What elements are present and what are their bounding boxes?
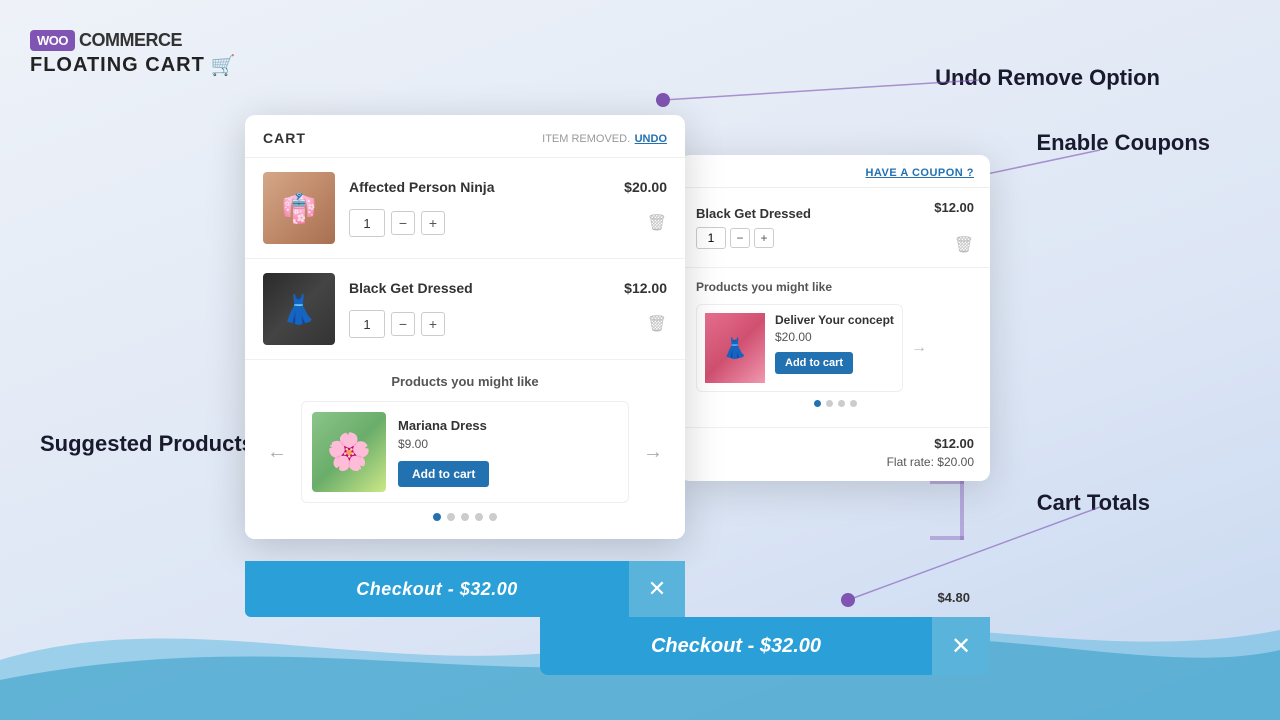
back-carousel-right-arrow[interactable]: →: [911, 339, 927, 357]
cart-header: CART ITEM REMOVED. UNDO: [245, 115, 685, 158]
cart-item-2: 👗 Black Get Dressed $12.00 − + 🗑: [245, 259, 685, 360]
back-cart-item: Black Get Dressed − + $12.00 🗑: [680, 188, 990, 268]
cart-item-1-trash[interactable]: 🗑: [647, 213, 667, 233]
back-add-to-cart-btn[interactable]: Add to cart: [775, 352, 853, 374]
cart-item-1-details: Affected Person Ninja $20.00 − + 🗑: [349, 179, 667, 237]
undo-link[interactable]: UNDO: [635, 133, 667, 145]
back-carousel-dots: [696, 392, 974, 415]
commerce-text: COMMERCE: [79, 30, 182, 51]
cart-title: CART: [263, 130, 306, 146]
cart-item-2-price: $12.00: [624, 280, 667, 304]
carousel-right-arrow[interactable]: →: [639, 437, 667, 468]
carousel-left-arrow[interactable]: ←: [263, 437, 291, 468]
suggested-products-label: Suggested Products: [40, 430, 254, 459]
add-to-cart-button[interactable]: Add to cart: [398, 461, 489, 487]
subtotal-value: $12.00: [934, 436, 974, 451]
dot-4[interactable]: [475, 513, 483, 521]
back-dot-2[interactable]: [826, 400, 833, 407]
cart-item-2-plus[interactable]: +: [421, 312, 445, 336]
back-dot-1[interactable]: [814, 400, 821, 407]
back-item-price: $12.00: [934, 200, 974, 215]
back-sugg-price: $20.00: [775, 330, 894, 344]
cart-item-1: 👘 Affected Person Ninja $20.00 − + 🗑: [245, 158, 685, 259]
back-qty-minus[interactable]: −: [730, 228, 750, 248]
cart-item-2-image: 👗: [263, 273, 335, 345]
back-sugg-name: Deliver Your concept: [775, 313, 894, 327]
extra-charge: $4.80: [937, 590, 970, 605]
dot-1[interactable]: [433, 513, 441, 521]
cart-item-1-image: 👘: [263, 172, 335, 244]
shipping-price: $20.00: [937, 455, 974, 469]
front-cart-panel: CART ITEM REMOVED. UNDO 👘 Affected Perso…: [245, 115, 685, 539]
floating-cart-label: FLOATING CART: [30, 54, 205, 77]
subtotal-row: $12.00: [696, 436, 974, 451]
item-removed-text: ITEM REMOVED.: [542, 133, 630, 145]
back-item-name: Black Get Dressed: [696, 206, 922, 221]
dot-5[interactable]: [489, 513, 497, 521]
back-qty-input[interactable]: [696, 227, 726, 249]
cart-item-1-minus[interactable]: −: [391, 211, 415, 235]
back-dot-4[interactable]: [850, 400, 857, 407]
suggested-product-price: $9.00: [398, 437, 618, 451]
suggested-carousel: ← 🌸 Mariana Dress $9.00 Add to cart →: [263, 401, 667, 503]
cart-item-1-qty-row: − + 🗑: [349, 209, 667, 237]
woocommerce-logo: WOO COMMERCE: [30, 30, 237, 51]
suggested-card-image: 🌸: [312, 412, 386, 492]
cart-totals-section: $12.00 Flat rate: $20.00: [680, 427, 990, 481]
cart-item-1-qty[interactable]: [349, 209, 385, 237]
front-checkout-bar: Checkout - $32.00 ✕: [245, 561, 685, 617]
shipping-row: Flat rate: $20.00: [696, 455, 974, 469]
back-checkout-button[interactable]: Checkout - $32.00: [540, 635, 932, 658]
item-removed-notice: ITEM REMOVED. UNDO: [542, 129, 667, 147]
back-sugg-info: Deliver Your concept $20.00 Add to cart: [775, 313, 894, 374]
cart-item-2-qty[interactable]: [349, 310, 385, 338]
suggested-product-name: Mariana Dress: [398, 418, 618, 433]
back-trash-icon[interactable]: 🗑: [954, 235, 974, 255]
shipping-label: Flat rate:: [887, 455, 934, 469]
back-qty-plus[interactable]: +: [754, 228, 774, 248]
back-cart-panel: HAVE A COUPON ? Black Get Dressed − + $1…: [680, 155, 990, 481]
back-suggested-title: Products you might like: [696, 280, 974, 294]
cart-item-2-name: Black Get Dressed: [349, 280, 473, 296]
back-qty-row: − +: [696, 227, 922, 249]
back-suggested-card: 👗 Deliver Your concept $20.00 Add to car…: [696, 304, 903, 392]
suggested-products-section: Products you might like ← 🌸 Mariana Dres…: [245, 360, 685, 539]
carousel-dots: [263, 503, 667, 525]
front-checkout-button[interactable]: Checkout - $32.00: [245, 579, 629, 600]
back-dot-3[interactable]: [838, 400, 845, 407]
front-close-button[interactable]: ✕: [629, 561, 685, 617]
cart-item-2-qty-row: − + 🗑: [349, 310, 667, 338]
logo-area: WOO COMMERCE FLOATING CART 🛒: [30, 30, 237, 78]
cart-item-2-minus[interactable]: −: [391, 312, 415, 336]
cart-item-2-trash[interactable]: 🗑: [647, 314, 667, 334]
woo-badge: WOO: [30, 30, 75, 51]
back-close-button[interactable]: ✕: [932, 617, 990, 675]
suggested-section-title: Products you might like: [263, 374, 667, 389]
floating-cart-title: FLOATING CART 🛒: [30, 53, 237, 78]
back-suggested-section: Products you might like 👗 Deliver Your c…: [680, 268, 990, 427]
undo-remove-label: Undo Remove Option: [935, 65, 1160, 91]
suggested-card-info: Mariana Dress $9.00 Add to cart: [398, 418, 618, 487]
cart-item-1-price: $20.00: [624, 179, 667, 203]
enable-coupons-label: Enable Coupons: [1036, 130, 1210, 156]
coupon-link[interactable]: HAVE A COUPON ?: [680, 155, 990, 188]
dot-3[interactable]: [461, 513, 469, 521]
cart-totals-label: Cart Totals: [1037, 490, 1150, 516]
cart-item-1-plus[interactable]: +: [421, 211, 445, 235]
cart-icon-small: 🛒: [211, 53, 237, 78]
back-checkout-bar: Checkout - $32.00 ✕: [540, 617, 990, 675]
back-sugg-image: 👗: [705, 313, 765, 383]
cart-item-1-name: Affected Person Ninja: [349, 179, 494, 195]
cart-item-2-details: Black Get Dressed $12.00 − + 🗑: [349, 280, 667, 338]
suggested-card: 🌸 Mariana Dress $9.00 Add to cart: [301, 401, 629, 503]
dot-2[interactable]: [447, 513, 455, 521]
